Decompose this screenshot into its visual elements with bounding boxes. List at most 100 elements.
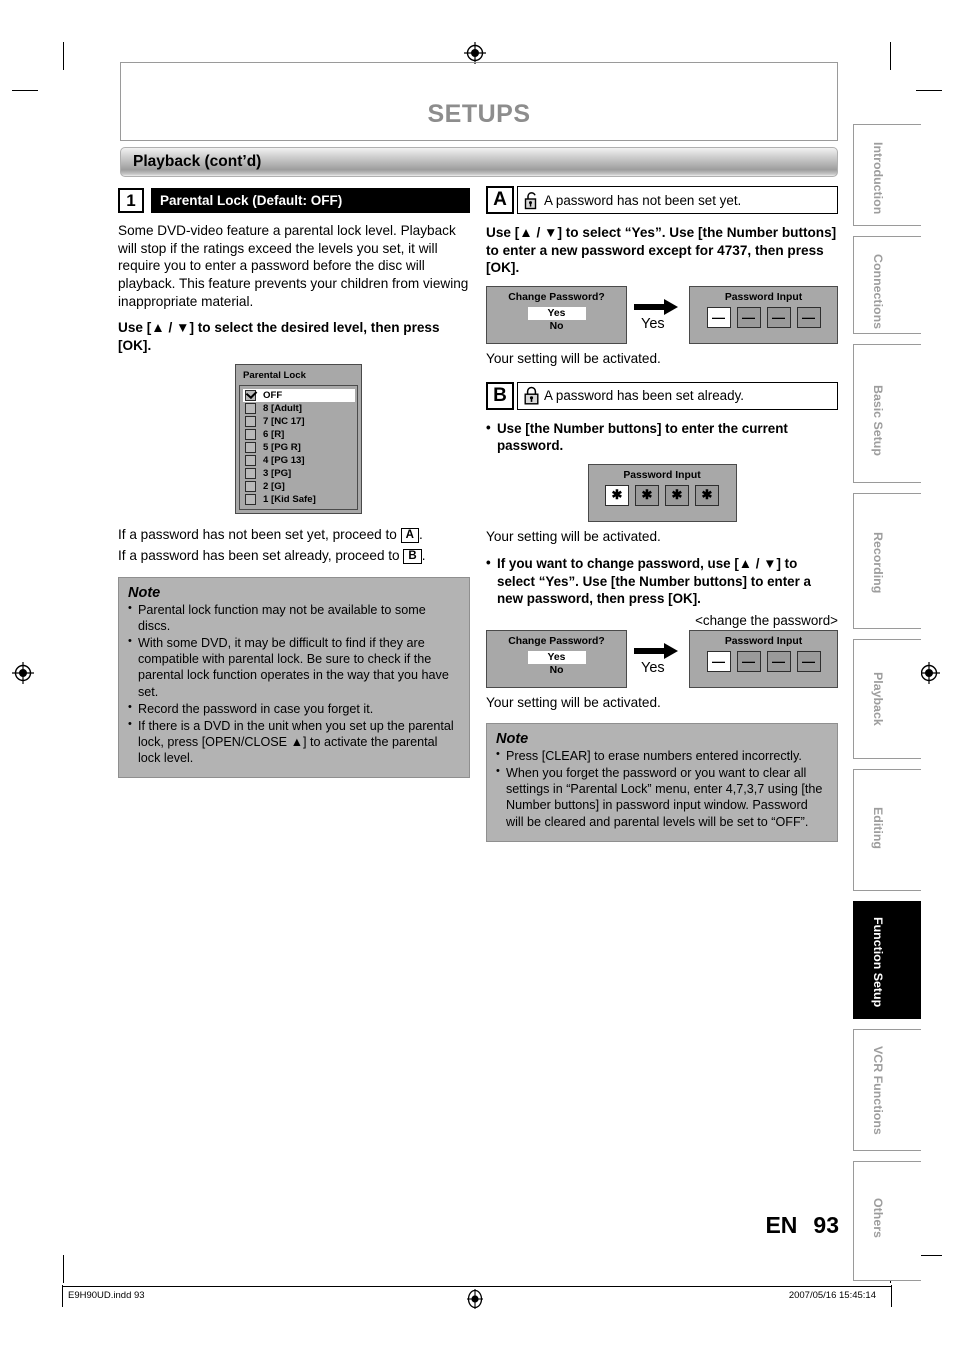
note-item: Press [CLEAR] to erase numbers entered i… [496, 747, 828, 764]
intro-paragraph: Some DVD-video feature a parental lock l… [118, 223, 469, 309]
password-cell[interactable]: — [736, 307, 761, 329]
flow-arrow-a: Yes [627, 286, 689, 344]
list-item[interactable]: 2 [G] [243, 480, 355, 493]
flow-arrow-label-b: Yes [641, 660, 665, 677]
step-header: 1 Parental Lock (Default: OFF) [118, 188, 470, 213]
index-tab-others[interactable]: Others [853, 1161, 921, 1281]
footer-rule [62, 1286, 892, 1287]
registration-mark-bottom [464, 1288, 486, 1310]
change-password-yes-option[interactable]: Yes [527, 651, 586, 665]
index-tab-label: Recording [871, 532, 885, 594]
password-cell[interactable]: ✱ [635, 484, 659, 506]
change-password-screen-a: Change Password? Yes No [486, 286, 627, 345]
checkbox-icon[interactable] [245, 467, 256, 479]
left-column: 1 Parental Lock (Default: OFF) Some DVD-… [118, 188, 470, 779]
checkbox-icon[interactable] [245, 480, 256, 492]
flow-arrow-label-a: Yes [641, 316, 665, 333]
password-cell[interactable]: — [766, 651, 791, 673]
list-item[interactable]: 7 [NC 17] [243, 415, 355, 428]
password-cell[interactable]: — [766, 307, 791, 329]
section-b-letter-badge: B [486, 381, 514, 410]
index-tab-introduction[interactable]: Introduction [853, 124, 921, 226]
list-item[interactable]: 1 [Kid Safe] [243, 493, 355, 506]
parental-lock-level-list: OFF 8 [Adult] 7 [NC 17] 6 [R] 5 [PG R] 4… [239, 384, 358, 510]
checkbox-icon[interactable] [245, 415, 256, 427]
section-a-letter-badge: A [486, 186, 514, 214]
registration-mark-top [464, 42, 486, 64]
right-column: A A password has not been set yet. Use [… [486, 186, 838, 842]
crop-mark-top-right-vertical [890, 42, 891, 70]
change-password-yes-option[interactable]: Yes [527, 307, 586, 321]
checkbox-icon[interactable] [245, 454, 256, 466]
index-tab-editing[interactable]: Editing [853, 769, 921, 891]
crop-mark-bottom-left-vertical [63, 1255, 64, 1283]
note-title: Note [496, 731, 529, 748]
password-cell[interactable]: — [706, 651, 731, 673]
change-password-caption: <change the password> [695, 613, 838, 629]
password-cell[interactable]: — [736, 651, 761, 673]
password-cell[interactable]: — [706, 307, 731, 329]
password-input-cells: ✱ ✱ ✱ ✱ [589, 481, 736, 512]
password-cell[interactable]: ✱ [605, 484, 629, 506]
section-b-password-flow: Password Input ✱ ✱ ✱ ✱ [486, 463, 838, 522]
list-item-label: 6 [R] [263, 428, 285, 440]
list-item-label: 1 [Kid Safe] [263, 493, 316, 505]
section-b-header: B A password has been set already. [486, 381, 838, 410]
index-tab-basic-setup[interactable]: Basic Setup [853, 344, 921, 483]
password-cell[interactable]: — [796, 651, 821, 673]
reference-box-b: B [403, 549, 422, 565]
right-arrow-icon [634, 643, 678, 660]
note-item: If there is a DVD in the unit when you s… [128, 717, 460, 766]
password-input-title: Password Input [623, 469, 701, 481]
note-list: Press [CLEAR] to erase numbers entered i… [496, 747, 828, 830]
list-item-label: 2 [G] [263, 480, 285, 492]
list-item-label: 3 [PG] [263, 467, 292, 479]
list-item[interactable]: 5 [PG R] [243, 441, 355, 454]
list-item[interactable]: 3 [PG] [243, 467, 355, 480]
section-b-bullet-1: Use [the Number buttons] to enter the cu… [486, 419, 838, 455]
checkbox-icon[interactable] [245, 389, 256, 401]
list-item-label: 4 [PG 13] [263, 454, 305, 466]
list-item-label: 7 [NC 17] [263, 415, 305, 427]
index-tab-playback[interactable]: Playback [853, 639, 921, 759]
list-item[interactable]: OFF [243, 388, 355, 402]
note-box-left: Note Parental lock function may not be a… [118, 577, 470, 779]
step-title-bar: Parental Lock (Default: OFF) [151, 188, 470, 213]
index-tab-vcr-functions[interactable]: VCR Functions [853, 1029, 921, 1151]
list-item[interactable]: 4 [PG 13] [243, 454, 355, 467]
index-tab-label: VCR Functions [871, 1046, 885, 1135]
password-cell[interactable]: ✱ [665, 484, 689, 506]
password-input-screen-a: Password Input — — — — [689, 286, 838, 345]
crop-mark-top-left-horizontal [12, 90, 38, 91]
password-cell[interactable]: ✱ [695, 484, 719, 506]
change-password-no-option[interactable]: No [528, 320, 586, 333]
change-password-screen-b: Change Password? Yes No [486, 630, 627, 689]
index-tab-function-setup[interactable]: Function Setup [853, 901, 921, 1019]
registration-mark-left [12, 662, 34, 684]
footer-file-name: E9H90UD.indd 93 [68, 1290, 145, 1301]
proceed-to-a-line: If a password has not been set yet, proc… [118, 526, 470, 544]
right-arrow-icon [634, 299, 678, 316]
checkbox-icon[interactable] [245, 428, 256, 440]
index-tab-strip: Introduction Connections Basic Setup Rec… [853, 124, 921, 1291]
index-tab-recording[interactable]: Recording [853, 493, 921, 629]
index-tab-label: Function Setup [871, 917, 885, 1008]
section-a-flow: Change Password? Yes No Yes Password Inp… [486, 286, 838, 345]
password-cell[interactable]: — [796, 307, 821, 329]
list-item[interactable]: 8 [Adult] [243, 402, 355, 415]
section-b-activated-text-2: Your setting will be activated. [486, 695, 661, 711]
note-list: Parental lock function may not be availa… [128, 601, 460, 766]
change-password-no-option[interactable]: No [528, 664, 586, 677]
note-title: Note [128, 585, 161, 602]
checkbox-icon[interactable] [245, 441, 256, 453]
index-tab-label: Introduction [871, 142, 885, 215]
index-tab-connections[interactable]: Connections [853, 236, 921, 334]
list-item[interactable]: 6 [R] [243, 428, 355, 441]
checkbox-icon[interactable] [245, 402, 256, 414]
section-header-bar: Playback (cont’d) [120, 147, 838, 177]
page-footer: EN 93 [765, 1212, 839, 1239]
checkbox-icon[interactable] [245, 493, 256, 505]
index-tab-label: Playback [871, 672, 885, 726]
footer-tick-left [62, 1285, 63, 1307]
note-item: With some DVD, it may be difficult to fi… [128, 634, 460, 699]
